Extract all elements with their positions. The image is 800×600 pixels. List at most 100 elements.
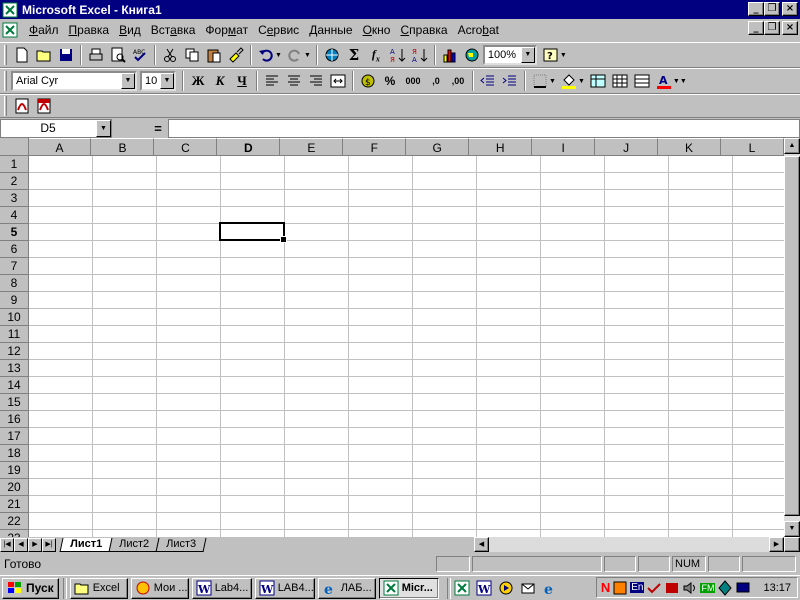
taskbar-excel-folder[interactable]: Excel xyxy=(69,577,128,599)
fill-color-dropdown[interactable]: ▼ xyxy=(578,78,585,85)
row-header[interactable]: 4 xyxy=(0,207,29,224)
scroll-down-button[interactable]: ▼ xyxy=(784,521,800,537)
doc-minimize-button[interactable]: _ xyxy=(748,21,764,35)
row-header[interactable]: 22 xyxy=(0,513,29,530)
fm-tray-icon[interactable]: FM xyxy=(700,582,716,593)
quicklaunch-excel[interactable] xyxy=(451,577,473,599)
copy-button[interactable] xyxy=(181,44,203,66)
toolbar-grip[interactable] xyxy=(4,71,7,91)
row-header[interactable]: 9 xyxy=(0,292,29,309)
select-all-corner[interactable] xyxy=(0,138,29,156)
toolbar-more-icon[interactable]: ▼ xyxy=(680,78,687,85)
column-header-a[interactable]: A xyxy=(28,138,92,156)
tray-app-icon[interactable] xyxy=(612,580,628,596)
zoom-combo[interactable]: 100% ▼ xyxy=(482,45,537,65)
chevron-down-icon[interactable]: ▼ xyxy=(96,119,111,137)
scroll-up-button[interactable]: ▲ xyxy=(784,138,800,154)
doc-close-button[interactable]: × xyxy=(782,21,798,35)
undo-button[interactable] xyxy=(255,44,277,66)
scroll-right-button[interactable]: ▶ xyxy=(769,537,784,552)
help-button[interactable]: ? xyxy=(540,44,562,66)
tray-check-icon[interactable] xyxy=(646,580,662,596)
borders-dropdown[interactable]: ▼ xyxy=(549,78,556,85)
decrease-decimal-button[interactable]: ,00 xyxy=(447,70,469,92)
row-header[interactable]: 23 xyxy=(0,530,29,537)
column-header-e[interactable]: E xyxy=(280,138,344,156)
row-header[interactable]: 12 xyxy=(0,343,29,360)
menu-file[interactable]: Файл xyxy=(24,23,64,37)
menu-view[interactable]: Вид xyxy=(114,23,146,37)
increase-indent-button[interactable] xyxy=(499,70,521,92)
undo-dropdown[interactable]: ▼ xyxy=(275,52,282,59)
sort-ascending-button[interactable]: AЯ xyxy=(387,44,409,66)
chevron-down-icon[interactable]: ▼ xyxy=(520,47,535,63)
function-wizard-button[interactable]: fx xyxy=(365,44,387,66)
quicklaunch-outlook[interactable] xyxy=(517,577,539,599)
borders-button[interactable] xyxy=(529,70,551,92)
redo-dropdown[interactable]: ▼ xyxy=(304,52,311,59)
volume-icon[interactable] xyxy=(682,580,698,596)
save-button[interactable] xyxy=(55,44,77,66)
toolbar-button-2[interactable] xyxy=(609,70,631,92)
convert-pdf-email-button[interactable] xyxy=(33,95,55,117)
title-bar[interactable]: Microsoft Excel - Книга1 _ ❐ × xyxy=(0,0,800,19)
column-header-h[interactable]: H xyxy=(469,138,533,156)
language-indicator[interactable]: En xyxy=(630,582,645,593)
map-button[interactable] xyxy=(461,44,483,66)
column-header-k[interactable]: K xyxy=(658,138,722,156)
clock[interactable]: 13:17 xyxy=(763,582,791,594)
display-icon[interactable] xyxy=(735,580,751,596)
menu-edit[interactable]: Правка xyxy=(64,23,115,37)
column-header-f[interactable]: F xyxy=(343,138,407,156)
chevron-down-icon[interactable]: ▼ xyxy=(160,73,174,89)
tray-red-app-icon[interactable] xyxy=(664,580,680,596)
toolbar-grip[interactable] xyxy=(4,45,7,65)
autosum-button[interactable]: Σ xyxy=(343,44,365,66)
sort-descending-button[interactable]: ЯA xyxy=(409,44,431,66)
start-button[interactable]: Пуск xyxy=(2,577,59,599)
menu-insert[interactable]: Вставка xyxy=(146,23,201,37)
quicklaunch-media[interactable] xyxy=(495,577,517,599)
thousands-button[interactable]: 000 xyxy=(401,70,425,92)
taskbar-lab4-word-2[interactable]: W LAB4... xyxy=(254,577,315,599)
row-header[interactable]: 15 xyxy=(0,394,29,411)
paste-button[interactable] xyxy=(203,44,225,66)
menu-tools[interactable]: Сервис xyxy=(253,23,304,37)
font-color-button[interactable]: A xyxy=(653,70,675,92)
row-header[interactable]: 17 xyxy=(0,428,29,445)
open-button[interactable] xyxy=(33,44,55,66)
row-header[interactable]: 10 xyxy=(0,309,29,326)
toolbar-grip[interactable] xyxy=(4,96,7,116)
row-header[interactable]: 5 xyxy=(0,224,29,241)
row-header[interactable]: 13 xyxy=(0,360,29,377)
print-preview-button[interactable] xyxy=(107,44,129,66)
font-size-combo[interactable]: 10 ▼ xyxy=(140,71,176,91)
underline-button[interactable]: Ч xyxy=(231,70,253,92)
column-header-b[interactable]: B xyxy=(91,138,155,156)
quicklaunch-ie[interactable]: e xyxy=(539,577,561,599)
name-box[interactable]: D5 ▼ xyxy=(0,118,112,138)
row-header[interactable]: 21 xyxy=(0,496,29,513)
first-sheet-button[interactable]: |◀ xyxy=(0,537,14,552)
chevron-down-icon[interactable]: ▼ xyxy=(121,73,135,89)
next-sheet-button[interactable]: ▶ xyxy=(28,537,42,552)
cut-button[interactable] xyxy=(159,44,181,66)
row-header[interactable]: 18 xyxy=(0,445,29,462)
taskbar-lab4-word[interactable]: W Lab4... xyxy=(191,577,252,599)
row-header[interactable]: 11 xyxy=(0,326,29,343)
quicklaunch-word[interactable]: W xyxy=(473,577,495,599)
menu-format[interactable]: Формат xyxy=(200,23,253,37)
last-sheet-button[interactable]: ▶| xyxy=(42,537,56,552)
vertical-scrollbar[interactable]: ▲ ▼ xyxy=(784,138,800,537)
print-button[interactable] xyxy=(85,44,107,66)
convert-pdf-button[interactable] xyxy=(11,95,33,117)
column-header-i[interactable]: I xyxy=(532,138,596,156)
menu-window[interactable]: Окно xyxy=(358,23,396,37)
column-header-g[interactable]: G xyxy=(406,138,470,156)
sheet-tab-2[interactable]: Лист2 xyxy=(108,537,160,552)
toolbar-button-3[interactable] xyxy=(631,70,653,92)
formula-input[interactable] xyxy=(168,118,800,138)
redo-button[interactable] xyxy=(284,44,306,66)
workbook-icon[interactable] xyxy=(2,22,18,38)
spelling-button[interactable]: ABC xyxy=(129,44,151,66)
